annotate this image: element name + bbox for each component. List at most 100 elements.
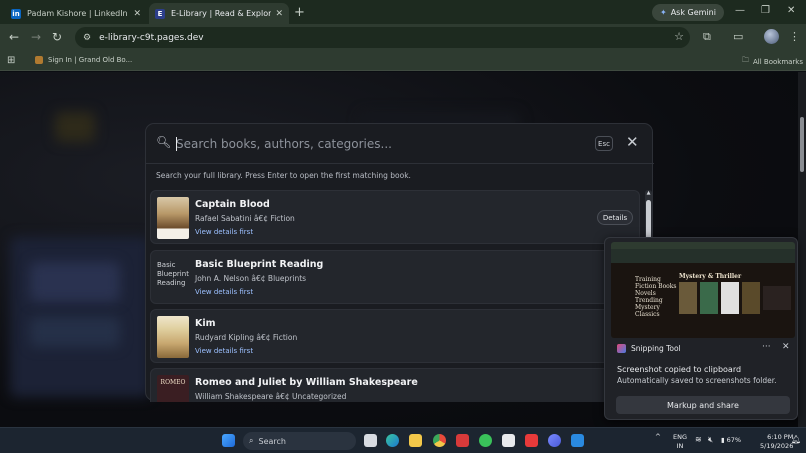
linkedin-icon: in [11, 8, 21, 19]
preview-tabbar [611, 242, 795, 249]
tray-chevron-icon[interactable]: ^ [655, 433, 661, 441]
taskbar-search[interactable]: ⌕ Search [243, 432, 356, 450]
close-icon[interactable]: ✕ [782, 342, 790, 352]
battery-icon: ▮ [721, 436, 725, 444]
snip-app-title: Snipping Tool [617, 344, 681, 353]
bookmark-star-icon[interactable]: ☆ [674, 30, 684, 43]
result-meta: John A. Nelson â€¢ Blueprints [195, 274, 307, 283]
profile-avatar[interactable] [764, 29, 779, 44]
result-row[interactable]: Kim Rudyard Kipling â€¢ Fiction View det… [150, 309, 640, 363]
system-clock[interactable]: 6:10 PM 5/19/2026 [760, 433, 793, 451]
result-meta: Rudyard Kipling â€¢ Fiction [195, 333, 298, 342]
page-scrollbar-thumb[interactable] [800, 117, 804, 172]
view-details-link[interactable]: View details first [195, 347, 253, 355]
search-header: 🔍︎ Esc ✕ [146, 124, 654, 164]
restore-icon[interactable]: ❐ [761, 5, 770, 16]
battery-indicator[interactable]: ▮ 67% [721, 436, 741, 444]
tab-linkedin[interactable]: in Padam Kishore | LinkedIn ✕ [5, 3, 147, 24]
apps-grid-icon[interactable]: ⊞ [7, 55, 15, 66]
notification-bell-icon[interactable]: 🔔︎ [791, 435, 801, 444]
result-title: Captain Blood [195, 199, 270, 210]
book-cover: Basic Blueprint Reading [157, 257, 189, 299]
minimize-icon[interactable]: — [735, 5, 745, 16]
close-tab-icon[interactable]: ✕ [133, 9, 141, 19]
bookmarks-bar: ⊞ Sign In | Grand Old Bo... 🗀 All Bookma… [0, 51, 806, 71]
whatsapp-icon[interactable] [479, 434, 492, 447]
windows-start-icon[interactable] [222, 434, 235, 447]
tab-title: Padam Kishore | LinkedIn [27, 9, 128, 18]
youtube-icon[interactable] [525, 434, 538, 447]
result-row[interactable]: Basic Blueprint Reading Basic Blueprint … [150, 250, 640, 304]
view-details-link[interactable]: View details first [195, 288, 253, 296]
language-indicator[interactable]: ENG IN [673, 433, 687, 451]
search-modal: 🔍︎ Esc ✕ Search your full library. Press… [145, 123, 654, 402]
scroll-up-icon[interactable]: ▲ [645, 190, 652, 196]
extensions-icon[interactable]: ⧉ [703, 30, 711, 44]
details-button[interactable]: Details [597, 210, 633, 225]
preview-book [700, 282, 718, 314]
menu-icon[interactable]: ⋮ [789, 30, 800, 43]
bookmark-label: Sign In | Grand Old Bo... [48, 56, 133, 64]
site-info-icon[interactable]: ⚙ [83, 33, 91, 43]
chrome-icon[interactable] [433, 434, 446, 447]
search-icon: 🔍︎ [156, 135, 172, 149]
esc-key-badge[interactable]: Esc [595, 136, 613, 151]
preview-book [763, 286, 791, 310]
all-bookmarks-button[interactable]: 🗀 All Bookmarks [742, 56, 803, 67]
wifi-icon[interactable]: ≋ [695, 435, 702, 444]
close-icon[interactable]: ✕ [626, 133, 639, 151]
blurred-logo [55, 112, 95, 142]
preview-heading: Mystery & Thriller [679, 273, 742, 280]
close-window-icon[interactable]: ✕ [787, 5, 795, 16]
book-cover [157, 316, 189, 358]
view-details-link[interactable]: View details first [195, 228, 253, 236]
snip-submessage: Automatically saved to screenshots folde… [617, 376, 777, 385]
copilot-icon[interactable] [548, 434, 561, 447]
windows-taskbar: ⌕ Search ^ ENG IN ≋ 🔇︎ ▮ 67% 6:10 PM 5/1… [0, 427, 806, 453]
taskbar-search-label: Search [258, 436, 286, 446]
blurred-card [30, 262, 120, 302]
app-icon[interactable] [456, 434, 469, 447]
vscode-icon[interactable] [571, 434, 584, 447]
store-icon[interactable] [502, 434, 515, 447]
preview-category-list: Training Fiction Books Novels Trending M… [635, 276, 677, 318]
result-title: Romeo and Juliet by William Shakespeare [195, 377, 418, 388]
text-caret [176, 137, 177, 151]
search-input[interactable] [176, 134, 576, 154]
folder-icon: 🗀 [742, 56, 749, 64]
preview-toolbar [611, 249, 795, 263]
forward-icon[interactable]: → [31, 30, 41, 44]
more-options-icon[interactable]: ··· [762, 342, 771, 352]
edge-icon[interactable] [386, 434, 399, 447]
result-row[interactable]: ROMEO Romeo and Juliet by William Shakes… [150, 368, 640, 402]
ask-gemini-button[interactable]: ✦ Ask Gemini [652, 4, 724, 21]
bookmark-item[interactable]: Sign In | Grand Old Bo... [35, 56, 132, 64]
result-row[interactable]: Captain Blood Rafael Sabatini â€¢ Fictio… [150, 190, 640, 244]
bookmark-favicon-icon [35, 56, 43, 64]
all-bookmarks-label: All Bookmarks [753, 57, 804, 66]
tab-elibrary[interactable]: E E-Library | Read & Explore Books ( ✕ [149, 3, 289, 24]
book-cover [157, 197, 189, 239]
results-list: Captain Blood Rafael Sabatini â€¢ Fictio… [150, 190, 640, 402]
snipping-tool-icon [617, 344, 626, 353]
url-text: e-library-c9t.pages.dev [99, 32, 204, 43]
result-title: Basic Blueprint Reading [195, 259, 324, 270]
address-bar[interactable]: ⚙ e-library-c9t.pages.dev ☆ [75, 27, 690, 48]
search-icon: ⌕ [249, 436, 254, 445]
close-tab-icon[interactable]: ✕ [275, 9, 283, 19]
volume-muted-icon[interactable]: 🔇︎ [708, 435, 713, 445]
result-meta: Rafael Sabatini â€¢ Fiction [195, 214, 295, 223]
reload-icon[interactable]: ↻ [52, 30, 62, 44]
snipping-tool-notification[interactable]: Training Fiction Books Novels Trending M… [604, 237, 798, 420]
back-icon[interactable]: ← [9, 30, 19, 44]
file-explorer-icon[interactable] [409, 434, 422, 447]
gemini-label: Ask Gemini [670, 8, 716, 17]
snip-app-name: Snipping Tool [631, 344, 681, 353]
page-scrollbar[interactable] [798, 72, 806, 427]
task-view-icon[interactable] [364, 434, 377, 447]
new-tab-button[interactable]: + [294, 5, 305, 20]
result-meta: William Shakespeare â€¢ Uncategorized [195, 392, 347, 401]
markup-and-share-button[interactable]: Markup and share [616, 396, 790, 414]
cast-icon[interactable]: ▭ [733, 30, 743, 43]
screenshot-preview[interactable]: Training Fiction Books Novels Trending M… [611, 242, 795, 338]
